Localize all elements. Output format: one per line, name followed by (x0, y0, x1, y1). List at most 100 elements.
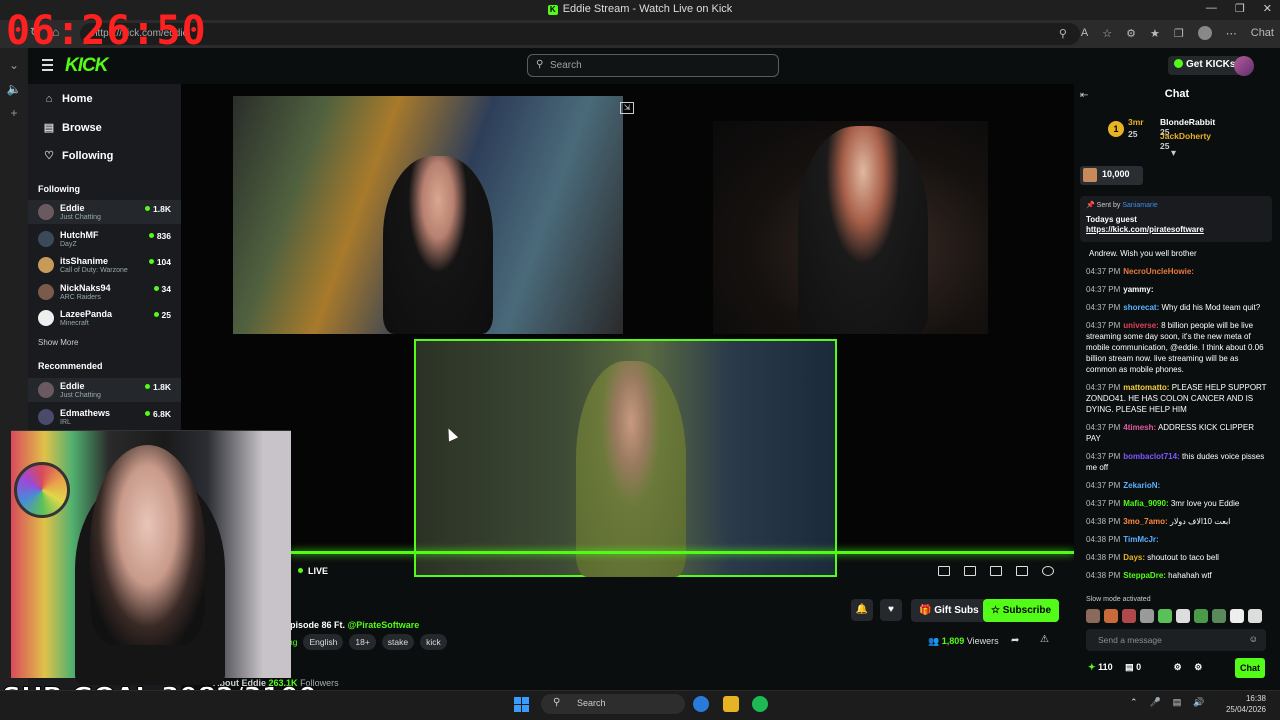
emote-icon[interactable] (1248, 609, 1262, 623)
settings-gear-icon[interactable] (1042, 566, 1054, 576)
message-user[interactable]: NecroUncleHowie: (1123, 267, 1194, 276)
chat-message: 04:37 PM ZekarioN: (1086, 480, 1270, 491)
emote-icon[interactable] (1158, 609, 1172, 623)
nav-home[interactable]: ⌂ Home (42, 93, 93, 105)
speaker-icon[interactable]: 🔈 (0, 82, 28, 96)
channel-row[interactable]: LazeePanda Minecraft 25 (28, 306, 181, 330)
file-explorer-icon[interactable] (723, 696, 739, 712)
share-icon[interactable]: ➦ (1011, 635, 1019, 646)
kick-logo[interactable]: KICK (65, 55, 108, 77)
channel-viewers: 836 (149, 231, 171, 241)
copilot-chat-label[interactable]: Chat (1251, 27, 1274, 39)
favorite-icon[interactable]: ☆ (1102, 27, 1112, 40)
more-icon[interactable]: ⋯ (1226, 27, 1237, 40)
channel-row[interactable]: Eddie Just Chatting 1.8K (28, 200, 181, 224)
nav-following[interactable]: ♡ Following (42, 149, 113, 162)
channel-row[interactable]: Edmathews IRL 6.8K (28, 405, 181, 429)
tag-pill[interactable]: kick (420, 634, 447, 650)
profile-avatar[interactable] (1197, 26, 1212, 40)
emote-icon[interactable] (1176, 609, 1190, 623)
url-field[interactable]: https://kick.com/eddie (80, 23, 1080, 45)
home-icon: ⌂ (45, 93, 53, 105)
taskbar-search[interactable]: ⚲ Search (541, 694, 685, 714)
collections-icon[interactable]: ❐ (1174, 27, 1184, 40)
miniplayer-icon[interactable] (938, 566, 950, 576)
message-user[interactable]: yammy: (1123, 285, 1153, 294)
message-user[interactable]: 3mo_7amo: (1123, 517, 1167, 526)
notification-bell-icon[interactable]: 🔔 (851, 599, 873, 621)
expand-leaderboard-icon[interactable]: ▾ (1171, 148, 1176, 159)
emoji-icon[interactable]: ☺ (1249, 634, 1258, 644)
tag-pill[interactable]: 18+ (349, 634, 376, 650)
stream-title-mention[interactable]: @PirateSoftware (348, 620, 420, 630)
mic-icon[interactable]: 🎤 (1150, 697, 1161, 708)
emote-icon[interactable] (1194, 609, 1208, 623)
menu-icon[interactable] (42, 59, 53, 74)
follow-heart-icon[interactable]: ♥ (880, 599, 902, 621)
message-text: ابعت 10الاف دولار (1169, 517, 1231, 526)
message-user[interactable]: 4timesh: (1123, 423, 1156, 432)
emote-icon[interactable] (1122, 609, 1136, 623)
chat-settings-icon[interactable]: ⚙ (1174, 662, 1182, 672)
channel-avatar (38, 283, 54, 300)
live-badge: LIVE (298, 566, 328, 576)
send-chat-button[interactable]: Chat (1235, 658, 1265, 678)
message-user[interactable]: bombaclot714: (1123, 452, 1179, 461)
message-user[interactable]: mattomatto: (1123, 383, 1169, 392)
add-tab-icon[interactable]: + (0, 106, 28, 120)
zoom-icon[interactable]: ⚲ (1059, 27, 1067, 40)
chat-mod-icon[interactable]: ⚙ (1194, 662, 1202, 672)
gift-subs-button[interactable]: 🎁 Gift Subs (911, 599, 987, 622)
edge-icon[interactable] (693, 696, 709, 712)
nav-browse[interactable]: ▤ Browse (42, 121, 102, 134)
chat-input[interactable]: Send a message ☺ (1086, 629, 1266, 651)
message-user[interactable]: SteppaDre: (1123, 571, 1166, 580)
close-icon[interactable]: ✕ (1263, 2, 1272, 15)
gift-pill[interactable]: 10,000 (1080, 166, 1143, 185)
read-aloud-icon[interactable]: A (1081, 27, 1088, 39)
favorites-icon[interactable]: ★ (1150, 27, 1160, 40)
search-input[interactable]: ⚲ Search (527, 54, 779, 77)
spotify-icon[interactable] (752, 696, 768, 712)
taskbar-clock[interactable]: 16:38 25/04/2026 (1226, 693, 1266, 715)
tag-pill[interactable]: stake (381, 634, 415, 650)
message-user[interactable]: Mafia_9090: (1123, 499, 1168, 508)
chevron-down-icon[interactable]: ⌄ (0, 58, 28, 72)
message-user[interactable]: Days: (1123, 553, 1145, 562)
emote-icon[interactable] (1230, 609, 1244, 623)
emote-icon[interactable] (1140, 609, 1154, 623)
message-time: 04:37 PM (1086, 383, 1121, 392)
channel-row[interactable]: NickNaks94 ARC Raiders 34 (28, 280, 181, 304)
volume-icon[interactable]: 🔊 (1193, 697, 1204, 708)
subscribe-button[interactable]: ☆ Subscribe (983, 599, 1060, 622)
tag-pill[interactable]: English (303, 634, 344, 650)
report-icon[interactable]: ⚠ (1040, 634, 1049, 645)
extensions-icon[interactable]: ⚙ (1126, 27, 1136, 40)
network-icon[interactable]: ▤ (1173, 697, 1182, 708)
fullscreen-icon[interactable] (1016, 566, 1028, 576)
pinned-link[interactable]: https://kick.com/piratesoftware (1086, 225, 1266, 234)
channel-row[interactable]: HutchMF DayZ 836 (28, 227, 181, 251)
theater-icon[interactable] (964, 566, 976, 576)
message-user[interactable]: TimMcJr: (1123, 535, 1158, 544)
emote-icon[interactable] (1212, 609, 1226, 623)
wide-mode-icon[interactable] (990, 566, 1002, 576)
restore-icon[interactable]: ❐ (1235, 2, 1245, 15)
minimize-icon[interactable]: — (1206, 2, 1217, 15)
get-kicks-button[interactable]: Get KICKs (1168, 56, 1242, 75)
user-avatar[interactable] (1234, 56, 1254, 76)
message-user[interactable]: universe: (1123, 321, 1159, 330)
channel-row[interactable]: Eddie Just Chatting 1.8K (28, 378, 181, 402)
show-more-link[interactable]: Show More (38, 338, 78, 347)
expand-icon[interactable]: ⇲ (620, 102, 634, 114)
emote-icon[interactable] (1086, 609, 1100, 623)
message-user[interactable]: shorecat: (1123, 303, 1159, 312)
channel-avatar (38, 230, 54, 247)
windows-start-icon[interactable] (514, 697, 529, 712)
emote-icon[interactable] (1104, 609, 1118, 623)
channel-name: Edmathews (60, 407, 111, 418)
points-icon: ✦ (1088, 662, 1096, 672)
channel-row[interactable]: itsShanime Call of Duty: Warzone 104 (28, 253, 181, 277)
message-user[interactable]: ZekarioN: (1123, 481, 1160, 490)
chevron-up-icon[interactable]: ⌃ (1130, 697, 1138, 708)
